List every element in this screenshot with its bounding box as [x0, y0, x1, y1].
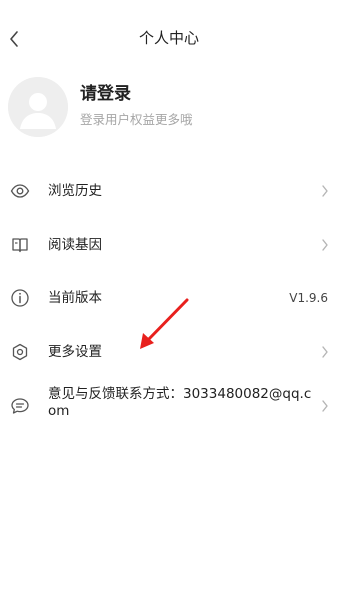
- menu-item-more-settings[interactable]: 更多设置: [0, 332, 338, 372]
- info-icon: [10, 288, 30, 308]
- chevron-right-icon: [320, 183, 330, 199]
- version-value: V1.9.6: [289, 291, 328, 305]
- menu-item-version[interactable]: 当前版本 V1.9.6: [0, 278, 338, 318]
- header: 个人中心: [0, 0, 338, 78]
- book-icon: [10, 235, 30, 255]
- menu-item-reading-gene[interactable]: 阅读基因: [0, 225, 338, 265]
- chat-bubble-icon: [10, 396, 30, 416]
- menu-item-label: 当前版本: [48, 290, 102, 306]
- menu-item-history[interactable]: 浏览历史: [0, 171, 338, 211]
- menu-item-label: 更多设置: [48, 344, 102, 360]
- page-title: 个人中心: [138, 29, 199, 47]
- profile-card[interactable]: 请登录 登录用户权益更多哦: [8, 77, 328, 137]
- menu-item-feedback[interactable]: 意见与反馈联系方式：3033480082@qq.com: [0, 382, 338, 430]
- default-avatar-icon: [8, 77, 68, 137]
- hexagon-settings-icon: [10, 342, 30, 362]
- login-title[interactable]: 请登录: [80, 82, 131, 106]
- chevron-right-icon: [320, 237, 330, 253]
- menu-item-label: 意见与反馈联系方式：3033480082@qq.com: [48, 386, 312, 419]
- chevron-right-icon: [320, 344, 330, 360]
- login-subtitle: 登录用户权益更多哦: [80, 112, 193, 127]
- avatar[interactable]: [8, 77, 68, 137]
- eye-icon: [10, 181, 30, 201]
- chevron-right-icon: [320, 398, 330, 414]
- menu-item-label: 浏览历史: [48, 183, 102, 199]
- menu-item-label: 阅读基因: [48, 237, 102, 253]
